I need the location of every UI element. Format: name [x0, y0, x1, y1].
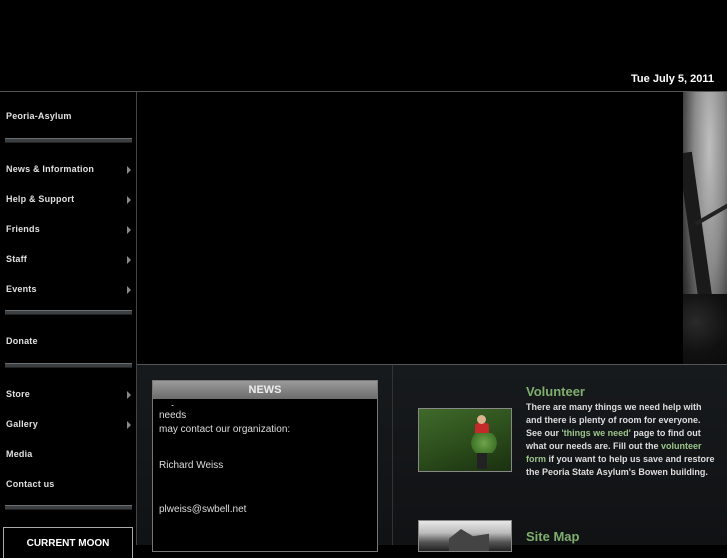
sidebar-separator — [5, 138, 132, 143]
sidebar-item-gallery[interactable]: Gallery — [0, 413, 136, 437]
sidebar-item-label: Peoria-Asylum — [6, 111, 72, 121]
things-we-need-link[interactable]: 'things we need' — [562, 428, 631, 438]
sidebar-item-label: Store — [6, 389, 31, 399]
sidebar-item-label: Media — [6, 449, 33, 459]
current-moon-panel: CURRENT MOON — [3, 527, 133, 558]
news-header: NEWS — [153, 381, 377, 399]
sidebar-separator — [5, 505, 132, 510]
chevron-right-icon — [127, 391, 131, 399]
chevron-right-icon — [127, 196, 131, 204]
sidebar-item-store[interactable]: Store — [0, 383, 136, 407]
news-text: may contact our organization: — [159, 424, 291, 435]
volunteer-description: There are many things we need help with … — [526, 401, 716, 479]
current-moon-label: CURRENT MOON — [26, 538, 110, 549]
sitemap-title[interactable]: Site Map — [526, 529, 579, 544]
chevron-right-icon — [127, 421, 131, 429]
news-panel[interactable]: Anyone with ideas and or interested as o… — [152, 380, 378, 552]
header-banner — [137, 92, 727, 364]
volunteer-image[interactable] — [418, 408, 512, 472]
sidebar-item-label: Contact us — [6, 479, 55, 489]
chevron-right-icon — [127, 256, 131, 264]
sidebar-item-news-information[interactable]: News & Information — [0, 158, 136, 182]
sidebar-item-friends[interactable]: Friends — [0, 218, 136, 242]
sidebar-item-label: Donate — [6, 336, 38, 346]
sidebar-item-label: News & Information — [6, 164, 95, 174]
chevron-right-icon — [127, 226, 131, 234]
sidebar-item-label: Help & Support — [6, 194, 75, 204]
sidebar-item-label: Friends — [6, 224, 40, 234]
volunteer-text: if you want to help us save and restore … — [526, 454, 715, 477]
sidebar-item-help-support[interactable]: Help & Support — [0, 188, 136, 212]
news-body: Anyone with ideas and or interested as o… — [159, 395, 369, 517]
sidebar-separator — [5, 310, 132, 315]
chevron-right-icon — [127, 286, 131, 294]
sidebar: Peoria-Asylum News & Information Help & … — [0, 92, 137, 545]
sidebar-item-media[interactable]: Media — [0, 443, 136, 467]
banner-tree-image — [683, 92, 727, 364]
sidebar-item-events[interactable]: Events — [0, 278, 136, 302]
current-date: Tue July 5, 2011 — [631, 73, 714, 85]
sidebar-item-staff[interactable]: Staff — [0, 248, 136, 272]
column-divider — [392, 365, 393, 545]
sidebar-item-donate[interactable]: Donate — [0, 330, 136, 354]
news-contact-name: Richard Weiss — [159, 460, 224, 471]
sitemap-image[interactable] — [418, 520, 512, 552]
chevron-right-icon — [127, 166, 131, 174]
sidebar-item-peoria-asylum[interactable]: Peoria-Asylum — [0, 105, 136, 129]
volunteer-title[interactable]: Volunteer — [526, 384, 585, 399]
sidebar-separator — [5, 363, 132, 368]
sidebar-item-label: Events — [6, 284, 37, 294]
news-title: NEWS — [248, 384, 282, 396]
sidebar-item-label: Staff — [6, 254, 27, 264]
sidebar-item-label: Gallery — [6, 419, 38, 429]
news-contact-email[interactable]: plweiss@swbell.net — [159, 503, 369, 517]
sidebar-item-contact-us[interactable]: Contact us — [0, 473, 136, 497]
